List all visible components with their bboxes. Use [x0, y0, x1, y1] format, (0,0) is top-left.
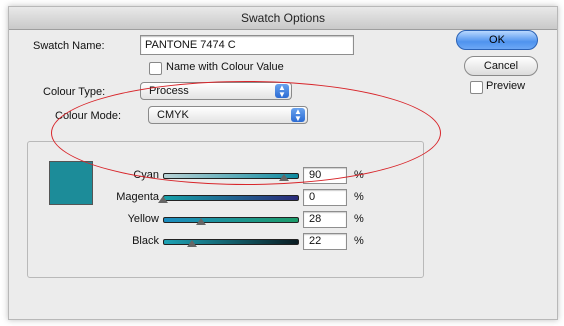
colour-swatch-preview	[49, 161, 93, 205]
slider-track[interactable]	[163, 217, 299, 223]
slider-label: Black	[132, 235, 159, 247]
colour-mode-label: Colour Mode:	[55, 110, 122, 122]
slider-track[interactable]	[163, 239, 299, 245]
chevron-updown-icon: ▲ ▼	[291, 108, 305, 123]
percent-unit: %	[354, 191, 364, 203]
colour-mode-select[interactable]: CMYK ▲ ▼	[148, 106, 308, 124]
swatch-options-dialog: Swatch Options Swatch Name: PANTONE 7474…	[8, 6, 558, 320]
slider-label: Magenta	[116, 191, 159, 203]
slider-thumb[interactable]	[278, 174, 289, 181]
dialog-title: Swatch Options	[9, 7, 557, 30]
colour-type-select[interactable]: Process ▲ ▼	[140, 82, 292, 100]
preview-label: Preview	[486, 80, 526, 92]
slider-thumb[interactable]	[195, 218, 206, 225]
preview-checkbox[interactable]	[470, 81, 483, 94]
cancel-button[interactable]: Cancel	[464, 56, 538, 76]
slider-track[interactable]	[163, 195, 299, 201]
slider-label: Yellow	[127, 213, 159, 225]
slider-value-field[interactable]: 28	[303, 211, 347, 228]
slider-value-field[interactable]: 0	[303, 189, 347, 206]
colour-type-value: Process	[149, 85, 189, 97]
slider-value-field[interactable]: 22	[303, 233, 347, 250]
name-with-colour-value-checkbox[interactable]	[149, 62, 162, 75]
swatch-name-label: Swatch Name:	[33, 40, 105, 52]
percent-unit: %	[354, 169, 364, 181]
percent-unit: %	[354, 213, 364, 225]
chevron-updown-icon: ▲ ▼	[275, 84, 289, 99]
slider-value-field[interactable]: 90	[303, 167, 347, 184]
swatch-name-field[interactable]: PANTONE 7474 C	[140, 35, 354, 55]
colour-type-label: Colour Type:	[43, 86, 106, 98]
percent-unit: %	[354, 235, 364, 247]
colour-mode-value: CMYK	[157, 109, 189, 121]
slider-thumb[interactable]	[158, 196, 168, 203]
name-with-colour-value-label: Name with Colour Value	[166, 61, 284, 73]
ok-button[interactable]: OK	[456, 30, 538, 50]
slider-thumb[interactable]	[187, 240, 198, 247]
slider-label: Cyan	[133, 169, 159, 181]
